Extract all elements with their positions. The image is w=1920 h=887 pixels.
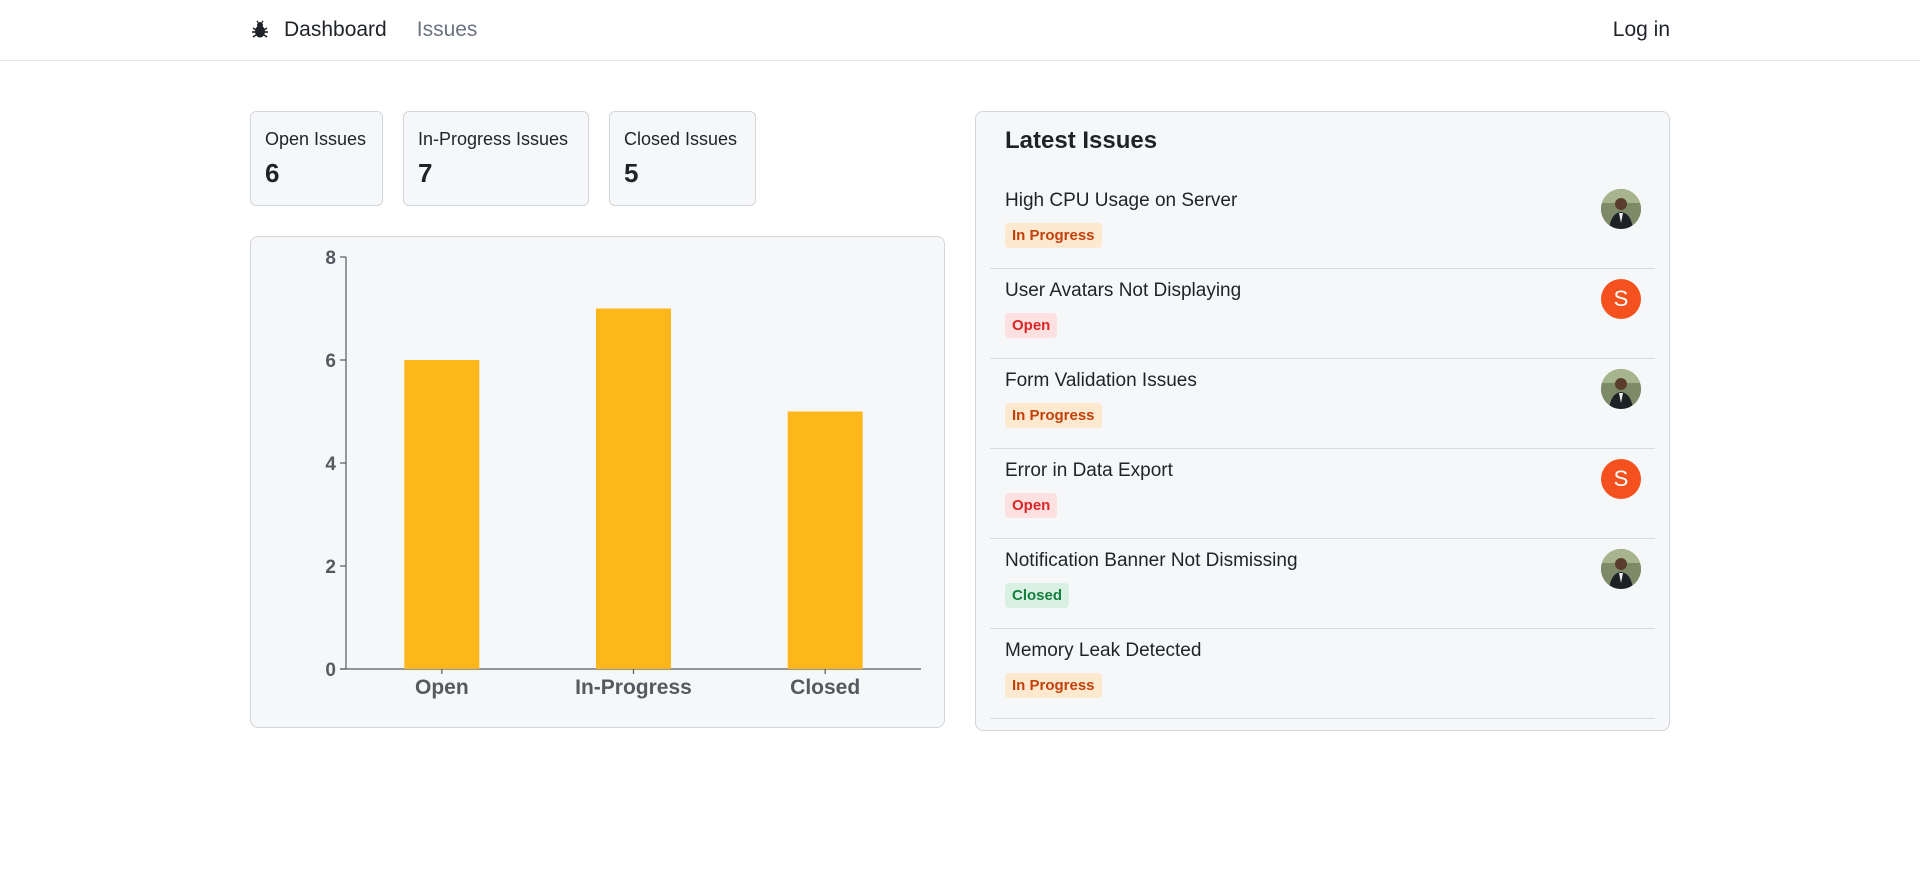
list-item[interactable]: Notification Banner Not Dismissing Close… (990, 539, 1655, 629)
x-category-label: In-Progress (575, 676, 692, 699)
latest-issues-card: Latest Issues High CPU Usage on Server I… (975, 111, 1670, 731)
issue-title-link[interactable]: Notification Banner Not Dismissing (1005, 550, 1298, 572)
latest-issues-list: High CPU Usage on Server In Progress Use… (990, 179, 1655, 719)
stat-value: 5 (624, 158, 639, 188)
user-photo-icon (1601, 549, 1641, 589)
avatar (1601, 549, 1641, 589)
status-badge: Open (1005, 493, 1058, 518)
issues-bar-chart: 0 2 4 6 8 Open In-Progress Closed (325, 248, 921, 699)
list-item[interactable]: Error in Data Export Open S (990, 449, 1655, 539)
issue-title-link[interactable]: High CPU Usage on Server (1005, 190, 1237, 212)
latest-issues-title: Latest Issues (1005, 127, 1158, 154)
x-category-label: Closed (790, 676, 860, 699)
stat-label: Open Issues (265, 129, 367, 149)
avatar (1601, 369, 1641, 409)
list-item[interactable]: High CPU Usage on Server In Progress (990, 179, 1655, 269)
status-badge: In Progress (1005, 673, 1102, 698)
avatar: S (1601, 279, 1641, 319)
status-badge: In Progress (1005, 223, 1102, 248)
avatar: S (1601, 459, 1641, 499)
nav-dashboard-link[interactable]: Dashboard (284, 18, 387, 42)
stat-value: 7 (418, 158, 433, 188)
avatar (1601, 189, 1641, 229)
nav-issues-link[interactable]: Issues (417, 18, 478, 42)
status-badge: In Progress (1005, 403, 1102, 428)
status-badge: Open (1005, 313, 1058, 338)
bug-icon[interactable] (250, 20, 270, 40)
list-item[interactable]: Form Validation Issues In Progress (990, 359, 1655, 449)
list-item[interactable]: Memory Leak Detected In Progress (990, 629, 1655, 719)
stat-value: 6 (265, 158, 280, 188)
list-item[interactable]: User Avatars Not Displaying Open S (990, 269, 1655, 359)
user-photo-icon (1601, 369, 1641, 409)
y-tick-label: 2 (325, 557, 336, 578)
stat-card-in-progress[interactable]: In-Progress Issues 7 (403, 111, 589, 206)
issues-bar-chart-card: 0 2 4 6 8 Open In-Progress Closed (250, 236, 945, 728)
y-tick-label: 0 (325, 660, 336, 681)
stat-label: In-Progress Issues (418, 129, 569, 149)
issue-title-link[interactable]: Error in Data Export (1005, 460, 1173, 482)
status-badge: Closed (1005, 583, 1070, 608)
bar-closed[interactable] (787, 411, 863, 670)
top-navbar: Dashboard Issues Log in (0, 0, 1920, 61)
issue-title-link[interactable]: Form Validation Issues (1005, 370, 1197, 392)
bar-in-progress[interactable] (596, 308, 671, 670)
bar-open[interactable] (404, 360, 480, 669)
navbar-inner: Dashboard Issues Log in (250, 0, 1670, 60)
dashboard-content: Open Issues 6 In-Progress Issues 7 Close… (250, 111, 1670, 731)
stat-label: Closed Issues (624, 129, 738, 149)
y-tick-label: 6 (325, 351, 336, 372)
login-link[interactable]: Log in (1613, 18, 1670, 42)
y-tick-label: 8 (325, 248, 336, 269)
x-category-label: Open (415, 676, 469, 699)
y-tick-label: 4 (325, 454, 336, 475)
stat-card-closed[interactable]: Closed Issues 5 (609, 111, 756, 206)
issue-title-link[interactable]: User Avatars Not Displaying (1005, 280, 1241, 302)
user-photo-icon (1601, 189, 1641, 229)
stat-card-open[interactable]: Open Issues 6 (250, 111, 383, 206)
issue-title-link[interactable]: Memory Leak Detected (1005, 640, 1201, 662)
